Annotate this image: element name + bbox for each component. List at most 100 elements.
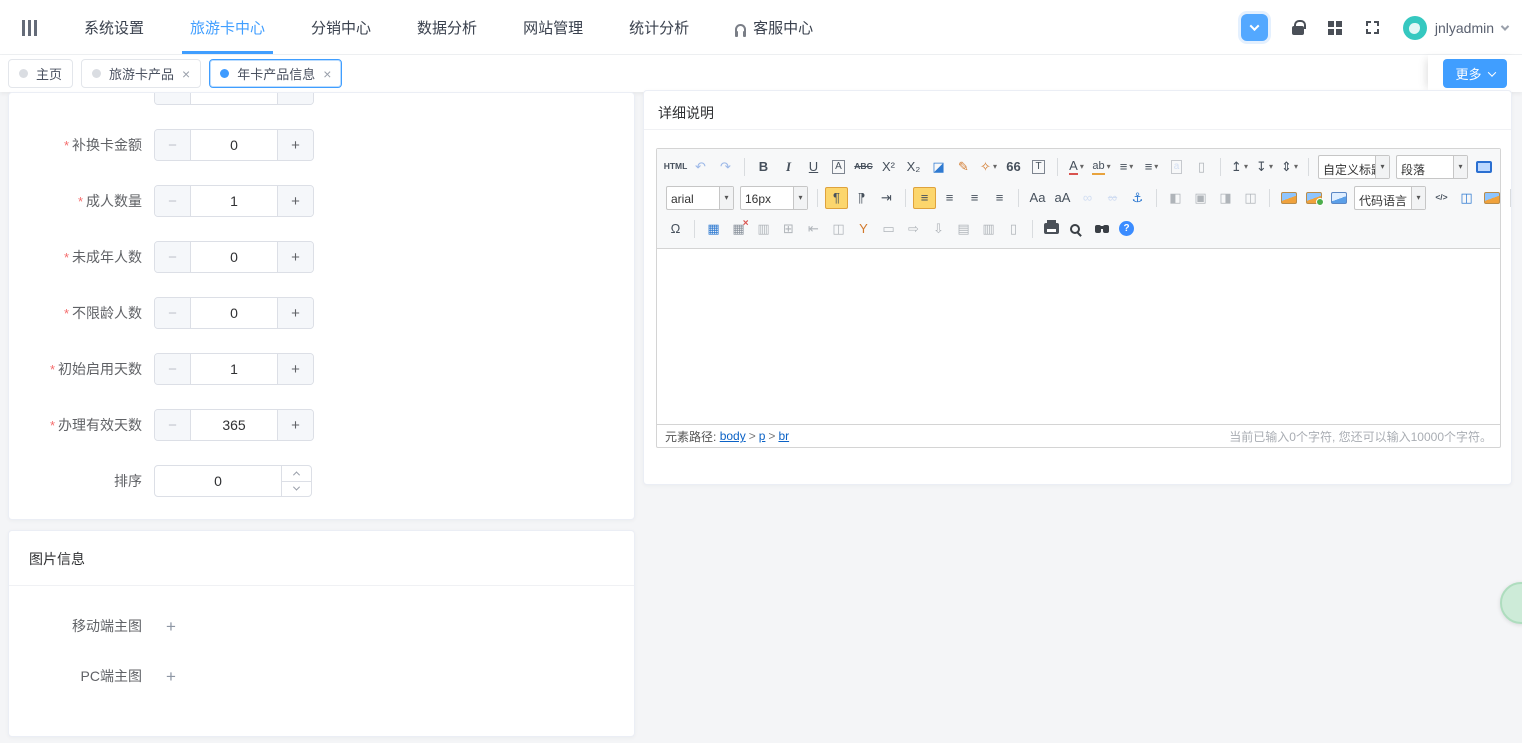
screenshot-button[interactable] <box>1327 187 1350 209</box>
anchor-button[interactable]: ⚓ <box>1126 187 1149 209</box>
theme-dropdown-button[interactable] <box>1240 14 1268 41</box>
insert-columns-button[interactable]: ◫ <box>1455 187 1478 209</box>
path-link-br[interactable]: br <box>778 429 789 443</box>
size-select[interactable]: 16px ▾ <box>740 185 808 210</box>
font-select[interactable]: arial ▾ <box>666 185 734 210</box>
editor-content[interactable] <box>657 249 1500 424</box>
tab-close-icon[interactable]: × <box>323 67 331 81</box>
paste-plain-text-button[interactable]: T <box>1027 156 1050 178</box>
indent-button[interactable]: ⇥ <box>875 187 898 209</box>
remove-format-button[interactable]: ◪ <box>927 156 950 178</box>
unordered-list-button[interactable]: ≡ ▾ <box>1140 156 1163 178</box>
path-link-p[interactable]: p <box>759 429 766 443</box>
source-html-button[interactable]: HTML <box>664 156 688 178</box>
stepper-value-input[interactable]: 0 <box>191 242 277 272</box>
decrement-button[interactable]: − <box>155 242 191 272</box>
nav-item-旅游卡中心[interactable]: 旅游卡中心 <box>182 0 274 54</box>
insert-code-button[interactable]: </> <box>1430 187 1453 209</box>
apps-grid-icon[interactable] <box>1327 20 1342 35</box>
insert-table-button[interactable]: ▦ <box>702 218 725 240</box>
spinner-value-input[interactable]: 0 <box>155 466 281 496</box>
split-cells-button[interactable]: Y <box>852 218 875 240</box>
delete-table-button[interactable]: ▦ <box>727 218 750 240</box>
decrement-button[interactable]: − <box>155 298 191 328</box>
decrement-button[interactable]: − <box>155 93 191 104</box>
sidebar-collapse-icon[interactable] <box>22 20 25 36</box>
increment-button[interactable]: + <box>277 130 313 160</box>
strikethrough-button[interactable]: ABC <box>852 156 875 178</box>
stepper-value-input[interactable] <box>191 93 277 104</box>
nav-item-网站管理[interactable]: 网站管理 <box>521 0 585 54</box>
tab-年卡产品信息[interactable]: 年卡产品信息 × <box>209 59 343 88</box>
align-justify-button[interactable]: ≡ <box>988 187 1011 209</box>
superscript-button[interactable]: X² <box>877 156 900 178</box>
decrement-button[interactable]: − <box>155 130 191 160</box>
add-image-button[interactable]: + <box>166 618 176 635</box>
spinner-up-icon[interactable] <box>282 466 311 482</box>
insert-multi-image-button[interactable] <box>1302 187 1325 209</box>
auto-typeset-button[interactable]: ✧ ▾ <box>977 156 1000 178</box>
italic-button[interactable]: I <box>777 156 800 178</box>
underline-button[interactable]: U <box>802 156 825 178</box>
nav-item-统计分析[interactable]: 统计分析 <box>627 0 691 54</box>
decrement-button[interactable]: − <box>155 354 191 384</box>
lock-screen-icon[interactable] <box>1291 19 1306 35</box>
floating-service-button[interactable] <box>1500 582 1522 624</box>
print-button[interactable] <box>1040 218 1063 240</box>
stepper-value-input[interactable]: 0 <box>191 298 277 328</box>
increment-button[interactable]: + <box>277 242 313 272</box>
add-image-button[interactable]: + <box>166 668 176 685</box>
horizontal-rule-button[interactable]: — <box>1518 187 1522 209</box>
find-replace-button[interactable] <box>1090 218 1113 240</box>
nav-item-分销中心[interactable]: 分销中心 <box>309 0 373 54</box>
stepper-value-input[interactable]: 1 <box>191 354 277 384</box>
scrawl-button[interactable] <box>1480 187 1503 209</box>
align-center-button[interactable]: ≡ <box>938 187 961 209</box>
increment-button[interactable]: + <box>277 93 313 104</box>
more-button[interactable]: 更多 <box>1443 59 1507 88</box>
special-characters-button[interactable]: Ω <box>664 218 687 240</box>
tab-旅游卡产品[interactable]: 旅游卡产品 × <box>81 59 202 88</box>
stepper-value-input[interactable]: 1 <box>191 186 277 216</box>
align-right-button[interactable]: ≡ <box>963 187 986 209</box>
ordered-list-button[interactable]: ≡ ▾ <box>1115 156 1138 178</box>
custom-title-select[interactable]: 自定义标题▾ <box>1318 154 1390 179</box>
spinner-down-icon[interactable] <box>282 482 311 497</box>
insert-image-button[interactable] <box>1277 187 1300 209</box>
paragraph-select[interactable]: 段落 ▾ <box>1396 154 1468 179</box>
help-button[interactable]: ? <box>1115 218 1138 240</box>
paragraph-rtl-button[interactable]: ¶ <box>850 187 873 209</box>
preview-monitor-button[interactable] <box>1472 156 1495 178</box>
stepper-value-input[interactable]: 365 <box>191 410 277 440</box>
highlight-color-button[interactable]: ab ▾ <box>1090 156 1113 178</box>
user-menu[interactable]: jnlyadmin <box>1402 15 1510 40</box>
increment-button[interactable]: + <box>277 354 313 384</box>
increment-button[interactable]: + <box>277 298 313 328</box>
blockquote-button[interactable]: 66 <box>1002 156 1025 178</box>
subscript-button[interactable]: X₂ <box>902 156 925 178</box>
increment-button[interactable]: + <box>277 186 313 216</box>
stepper-value-input[interactable]: 0 <box>191 130 277 160</box>
space-after-paragraph-button[interactable]: ↧ ▾ <box>1253 156 1276 178</box>
font-border-button[interactable]: A <box>827 156 850 178</box>
font-color-button[interactable]: A ▾ <box>1065 156 1088 178</box>
tab-close-icon[interactable]: × <box>182 67 190 81</box>
decrement-button[interactable]: − <box>155 410 191 440</box>
undo-button[interactable]: ↶ <box>689 156 712 178</box>
to-lowercase-button[interactable]: aA <box>1051 187 1074 209</box>
align-left-button[interactable]: ≡ <box>913 186 936 209</box>
space-before-paragraph-button[interactable]: ↥ ▾ <box>1228 156 1251 178</box>
nav-item-系统设置[interactable]: 系统设置 <box>82 0 146 54</box>
bold-button[interactable]: B <box>752 156 775 178</box>
to-uppercase-button[interactable]: Aa <box>1026 187 1049 209</box>
nav-item-客服中心[interactable]: 客服中心 <box>733 0 815 54</box>
first-line-indent-button[interactable]: ¶ <box>825 186 848 209</box>
redo-button[interactable]: ↷ <box>714 156 737 178</box>
format-brush-button[interactable]: ✎ <box>952 156 975 178</box>
path-link-body[interactable]: body <box>720 429 746 443</box>
line-height-button[interactable]: ⇕ ▾ <box>1278 156 1301 178</box>
preview-button[interactable] <box>1065 218 1088 240</box>
decrement-button[interactable]: − <box>155 186 191 216</box>
code-language-select[interactable]: 代码语言 ▾ <box>1354 185 1426 210</box>
increment-button[interactable]: + <box>277 410 313 440</box>
